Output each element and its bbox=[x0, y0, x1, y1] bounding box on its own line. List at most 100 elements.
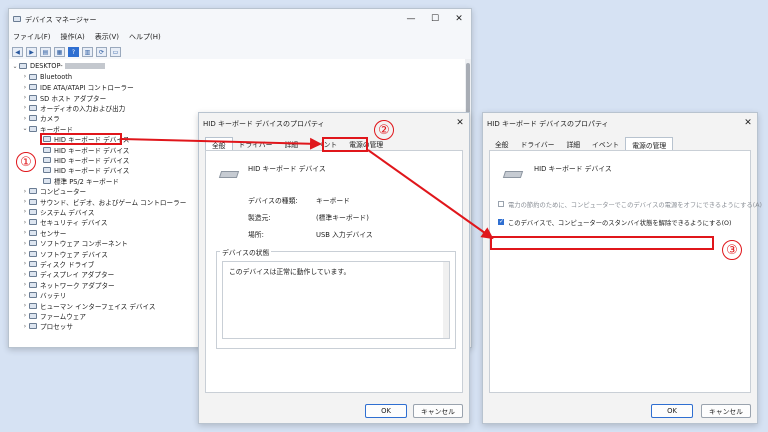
tab-power-management[interactable]: 電源の管理 bbox=[625, 137, 674, 151]
tree-item[interactable]: › SD ホスト アダプター bbox=[21, 92, 106, 103]
wake-computer-checkbox[interactable] bbox=[498, 218, 504, 225]
device-name: HID キーボード デバイス bbox=[248, 165, 326, 173]
tree-item-label: コンピューター bbox=[40, 188, 87, 197]
tree-item[interactable]: › センサー bbox=[21, 228, 67, 239]
tree-item[interactable]: › ソフトウェア コンポーネント bbox=[21, 238, 128, 249]
sensor-icon bbox=[29, 229, 37, 236]
tree-item[interactable]: › ディスク ドライブ bbox=[21, 259, 95, 270]
chevron-right-icon[interactable]: › bbox=[21, 260, 29, 267]
properties-general-titlebar: HID キーボード デバイスのプロパティ ✕ bbox=[199, 113, 469, 133]
tab-details[interactable]: 詳細 bbox=[560, 137, 586, 150]
chevron-right-icon[interactable]: › bbox=[21, 323, 29, 330]
status-scrollbar[interactable] bbox=[443, 262, 449, 338]
tree-item-label: Bluetooth bbox=[40, 72, 73, 81]
tree-item-label: サウンド、ビデオ、およびゲーム コントローラー bbox=[40, 198, 187, 207]
chevron-right-icon[interactable]: › bbox=[21, 271, 29, 278]
chevron-down-icon[interactable]: ⌄ bbox=[21, 125, 29, 132]
keyboard-icon bbox=[43, 167, 51, 174]
highlight-power-management-tab bbox=[322, 137, 368, 152]
manufacturer-label: 製造元: bbox=[248, 214, 271, 222]
chevron-right-icon[interactable]: › bbox=[21, 240, 29, 247]
scan-hardware-icon[interactable]: ⟳ bbox=[96, 47, 107, 57]
sd-host-icon bbox=[29, 94, 37, 101]
tree-item[interactable]: › ネットワーク アダプター bbox=[21, 280, 115, 291]
monitor-icon[interactable]: ▭ bbox=[110, 47, 121, 57]
chevron-right-icon[interactable]: › bbox=[21, 250, 29, 257]
menu-help[interactable]: ヘルプ(H) bbox=[129, 32, 161, 44]
chevron-right-icon[interactable]: › bbox=[21, 229, 29, 236]
back-arrow-icon[interactable]: ◀ bbox=[12, 47, 23, 57]
tree-item[interactable]: › プロセッサ bbox=[21, 321, 73, 332]
chevron-right-icon[interactable]: › bbox=[21, 104, 29, 111]
tree-item[interactable]: › ソフトウェア デバイス bbox=[21, 248, 108, 259]
tab-general[interactable]: 全般 bbox=[489, 137, 515, 150]
chevron-right-icon[interactable]: › bbox=[21, 115, 29, 122]
tree-root[interactable]: ⌄ DESKTOP- bbox=[11, 61, 105, 72]
tree-item[interactable]: › ヒューマン インターフェイス デバイス bbox=[21, 300, 156, 311]
chevron-right-icon[interactable]: › bbox=[21, 73, 29, 80]
properties-power-tabs: 全般 ドライバー 詳細 イベント 電源の管理 bbox=[489, 137, 751, 151]
tab-events[interactable]: イベント bbox=[586, 137, 625, 150]
close-button[interactable]: ✕ bbox=[741, 117, 755, 129]
tree-item[interactable]: HID キーボード デバイス bbox=[35, 155, 129, 166]
chevron-right-icon[interactable]: › bbox=[21, 292, 29, 299]
chevron-right-icon[interactable]: › bbox=[21, 94, 29, 101]
chevron-right-icon[interactable]: › bbox=[21, 208, 29, 215]
tree-item[interactable]: › カメラ bbox=[21, 113, 60, 124]
chevron-right-icon[interactable]: › bbox=[21, 312, 29, 319]
cancel-button[interactable]: キャンセル bbox=[413, 404, 463, 418]
processor-icon bbox=[29, 323, 37, 330]
tab-general[interactable]: 全般 bbox=[205, 137, 233, 151]
tree-item[interactable]: › セキュリティ デバイス bbox=[21, 217, 108, 228]
close-button[interactable]: ✕ bbox=[453, 117, 467, 129]
minimize-button[interactable]: — bbox=[401, 12, 421, 26]
tree-item[interactable]: › システム デバイス bbox=[21, 207, 95, 218]
tree-item[interactable]: › バッテリ bbox=[21, 290, 67, 301]
tree-item[interactable]: HID キーボード デバイス bbox=[35, 165, 129, 176]
tree-scrollbar-thumb[interactable] bbox=[466, 63, 470, 117]
toolbar: ◀ ▶ ▤ ▦ ? ▥ ⟳ ▭ bbox=[9, 45, 471, 60]
tree-item[interactable]: › IDE ATA/ATAPI コントローラー bbox=[21, 82, 134, 93]
properties-power-window: HID キーボード デバイスのプロパティ ✕ 全般 ドライバー 詳細 イベント … bbox=[482, 112, 762, 424]
update-driver-icon[interactable]: ▦ bbox=[54, 47, 65, 57]
menu-action[interactable]: 操作(A) bbox=[61, 32, 85, 44]
tree-item[interactable]: › サウンド、ビデオ、およびゲーム コントローラー bbox=[21, 196, 187, 207]
keyboard-icon bbox=[29, 125, 37, 132]
tree-item-label: オーディオの入力および出力 bbox=[40, 104, 126, 113]
tree-item[interactable]: › ディスプレイ アダプター bbox=[21, 269, 114, 280]
menu-file[interactable]: ファイル(F) bbox=[13, 32, 51, 44]
maximize-button[interactable]: ☐ bbox=[425, 12, 445, 26]
device-list-icon[interactable]: ▥ bbox=[82, 47, 93, 57]
cancel-button[interactable]: キャンセル bbox=[701, 404, 751, 418]
tree-item[interactable]: › コンピューター bbox=[21, 186, 86, 197]
chevron-right-icon[interactable]: › bbox=[21, 188, 29, 195]
chevron-right-icon[interactable]: › bbox=[21, 84, 29, 91]
properties-icon[interactable]: ▤ bbox=[40, 47, 51, 57]
tree-item[interactable]: 標準 PS/2 キーボード bbox=[35, 176, 119, 187]
power-off-checkbox[interactable] bbox=[498, 201, 504, 207]
properties-power-titlebar: HID キーボード デバイスのプロパティ ✕ bbox=[483, 113, 757, 133]
chevron-down-icon[interactable]: ⌄ bbox=[11, 63, 19, 70]
tab-details[interactable]: 詳細 bbox=[278, 137, 304, 150]
firmware-icon bbox=[29, 312, 37, 319]
chevron-right-icon[interactable]: › bbox=[21, 198, 29, 205]
tab-driver[interactable]: ドライバー bbox=[233, 137, 279, 150]
chevron-right-icon[interactable]: › bbox=[21, 219, 29, 226]
tree-item[interactable]: › Bluetooth bbox=[21, 72, 72, 83]
tree-item[interactable]: HID キーボード デバイス bbox=[35, 144, 129, 155]
tree-item[interactable]: › オーディオの入力および出力 bbox=[21, 103, 125, 114]
tree-item-label: ヒューマン インターフェイス デバイス bbox=[40, 302, 156, 311]
close-button[interactable]: ✕ bbox=[449, 12, 469, 26]
tree-item[interactable]: › ファームウェア bbox=[21, 311, 86, 322]
chevron-right-icon[interactable]: › bbox=[21, 281, 29, 288]
properties-power-title: HID キーボード デバイスのプロパティ bbox=[487, 120, 609, 128]
ok-button[interactable]: OK bbox=[651, 404, 693, 418]
help-icon[interactable]: ? bbox=[68, 47, 79, 57]
forward-arrow-icon[interactable]: ▶ bbox=[26, 47, 37, 57]
menu-view[interactable]: 表示(V) bbox=[95, 32, 119, 44]
tab-driver[interactable]: ドライバー bbox=[515, 137, 561, 150]
device-status-textbox[interactable]: このデバイスは正常に動作しています。 bbox=[222, 261, 450, 339]
chevron-right-icon[interactable]: › bbox=[21, 302, 29, 309]
ok-button[interactable]: OK bbox=[365, 404, 407, 418]
highlight-hid-keyboard-device bbox=[40, 133, 122, 145]
